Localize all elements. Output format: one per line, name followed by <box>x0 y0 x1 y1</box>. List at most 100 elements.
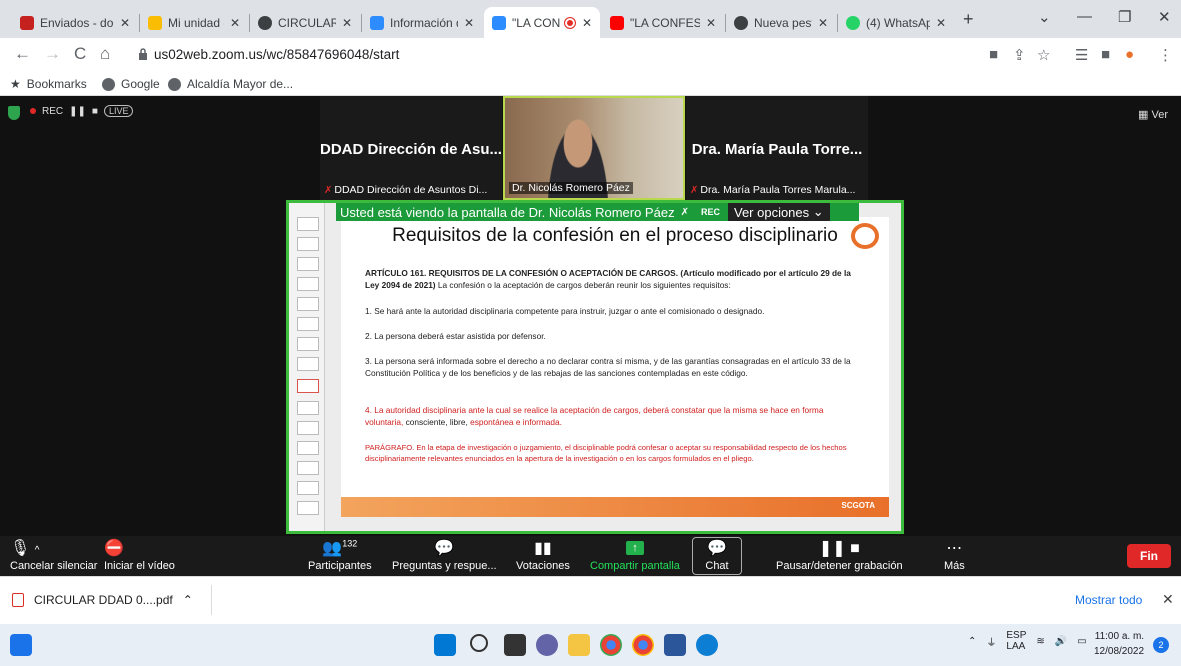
share-screen-button[interactable]: ↑ Compartir pantalla <box>590 538 680 572</box>
polls-label: Votaciones <box>516 560 570 572</box>
browser-tab[interactable]: Mi unidad - G ✕ <box>140 7 248 38</box>
chevron-up-icon[interactable]: ⌃ <box>968 636 976 647</box>
profile-avatar[interactable]: ● <box>1125 46 1134 63</box>
tab-title: "LA CONFESI <box>630 15 700 30</box>
task-view-icon[interactable] <box>504 634 526 656</box>
close-icon[interactable]: ✕ <box>1162 591 1174 608</box>
back-button[interactable]: ← <box>14 44 31 64</box>
screen-share-banner: Usted está viendo la pantalla de Dr. Nic… <box>336 203 859 221</box>
minimize-button[interactable]: — <box>1077 8 1092 25</box>
download-bar: CIRCULAR DDAD 0....pdf ⌃ Mostrar todo ✕ <box>0 576 1181 624</box>
close-icon[interactable]: ✕ <box>818 16 828 30</box>
tab-title: (4) WhatsApp <box>866 15 930 30</box>
menu-icon[interactable]: ⋮ <box>1158 46 1173 64</box>
chrome-icon[interactable] <box>600 634 622 656</box>
shield-icon[interactable] <box>8 106 20 120</box>
browser-tab[interactable]: "LA CONFESI ✕ <box>602 7 724 38</box>
bookmark-google[interactable]: Google <box>102 77 160 91</box>
unmute-button[interactable]: 🎙 ^ Cancelar silenciar <box>10 538 97 572</box>
tab-title: Enviados - do <box>40 15 114 30</box>
bookmark-alcaldia[interactable]: Alcaldía Mayor de... <box>168 77 293 91</box>
bookmarks-folder[interactable]: ★ Bookmarks <box>10 77 87 91</box>
address-bar[interactable]: us02web.zoom.us/wc/85847696048/start <box>128 42 975 68</box>
slide-title: Requisitos de la confesión en el proceso… <box>392 225 838 246</box>
browser-tab[interactable]: CIRCULAR DD ✕ <box>250 7 360 38</box>
slide-thumbnail-selected <box>297 379 319 393</box>
qa-label: Preguntas y respue... <box>392 560 497 572</box>
view-button[interactable]: ▦ Ver <box>1138 108 1168 121</box>
wifi-icon[interactable]: ≋ <box>1036 636 1044 647</box>
stop-icon[interactable]: ■ <box>92 106 98 117</box>
side-panel-icon[interactable]: ■ <box>1101 46 1110 63</box>
reading-list-icon[interactable]: ☰ <box>1075 46 1088 64</box>
footer-logo: SCGOTA <box>841 501 875 510</box>
show-all-link[interactable]: Mostrar todo <box>1075 593 1142 607</box>
close-icon[interactable]: ✕ <box>464 16 474 30</box>
participant-name-large: Dra. María Paula Torre... <box>691 141 863 158</box>
date: 12/08/2022 <box>1094 646 1145 657</box>
globe-icon <box>102 77 115 91</box>
participant-video-tile[interactable]: Dr. Nicolás Romero Páez <box>503 96 685 200</box>
close-icon[interactable]: ✕ <box>706 16 716 30</box>
close-icon[interactable]: ✕ <box>342 16 352 30</box>
chevron-up-icon[interactable]: ⌃ <box>183 593 193 607</box>
participant-tile[interactable]: Dra. María Paula Torre... ✗ Dra. María Pa… <box>686 96 868 200</box>
participants-button[interactable]: 👥132 Participantes <box>308 538 372 572</box>
polls-button[interactable]: ▮▮ Votaciones <box>516 538 570 572</box>
tab-title: Información d <box>390 15 458 30</box>
shared-screen[interactable]: Requisitos de la confesión en el proceso… <box>286 200 904 534</box>
bookmark-star-icon[interactable]: ☆ <box>1037 46 1050 64</box>
drive-icon <box>148 15 162 30</box>
browser-tab[interactable]: Nueva pestañ ✕ <box>726 7 836 38</box>
chat-app-icon[interactable] <box>536 634 558 656</box>
file-explorer-icon[interactable] <box>568 634 590 656</box>
live-badge[interactable]: LIVE <box>103 105 134 117</box>
download-item[interactable]: CIRCULAR DDAD 0....pdf ⌃ <box>8 585 212 615</box>
more-label: Más <box>944 560 965 572</box>
close-icon[interactable]: ✕ <box>936 16 946 30</box>
volume-icon[interactable]: 🔊 <box>1055 636 1067 647</box>
end-meeting-button[interactable]: Fin <box>1127 544 1171 568</box>
bookmark-label: Google <box>121 77 160 91</box>
word-icon[interactable] <box>664 634 686 656</box>
browser-tab[interactable]: (4) WhatsApp ✕ <box>838 7 954 38</box>
recording-indicator-icon <box>563 16 576 29</box>
close-window-button[interactable]: ✕ <box>1158 8 1171 26</box>
browser-tab-active[interactable]: "LA CON ✕ <box>484 7 600 38</box>
language-indicator[interactable]: ESP LAA <box>1006 630 1026 652</box>
slide-paragraph: 2. La persona deberá estar asistida por … <box>365 331 546 341</box>
new-tab-button[interactable]: + <box>963 9 974 30</box>
search-icon[interactable] <box>470 634 488 652</box>
chrome-profile-icon[interactable] <box>632 634 654 656</box>
start-icon[interactable] <box>434 634 456 656</box>
start-video-button[interactable]: ⛔ Iniciar el vídeo <box>104 538 175 572</box>
usb-icon[interactable]: ⏚ <box>986 634 996 649</box>
star-icon: ★ <box>10 77 21 91</box>
share-icon[interactable]: ⇪ <box>1013 46 1026 64</box>
home-button[interactable]: ⌂ <box>100 44 110 64</box>
recording-status[interactable]: REC ❚❚ ■ LIVE <box>30 105 134 117</box>
close-icon[interactable]: ✕ <box>120 16 130 30</box>
edge-icon[interactable] <box>696 634 718 656</box>
close-icon[interactable]: ✕ <box>582 16 592 30</box>
more-button[interactable]: ⋯ Más <box>944 538 965 572</box>
widgets-icon[interactable] <box>10 634 32 656</box>
browser-tab[interactable]: Información d ✕ <box>362 7 482 38</box>
notification-badge[interactable]: 2 <box>1153 637 1169 653</box>
tab-search-icon[interactable]: ⌄ <box>1038 8 1051 26</box>
pause-recording-button[interactable]: ❚❚ ■ Pausar/detener grabación <box>776 538 903 572</box>
forward-button[interactable]: → <box>44 44 61 64</box>
rec-dot-icon <box>30 108 36 114</box>
participant-tile[interactable]: DDAD Dirección de Asu... ✗ DDAD Dirección… <box>320 96 502 200</box>
restore-button[interactable]: ❐ <box>1118 8 1131 26</box>
qa-button[interactable]: 💬 Preguntas y respue... <box>392 538 497 572</box>
browser-tab[interactable]: Enviados - do ✕ <box>12 7 138 38</box>
view-options-button[interactable]: Ver opciones ⌄ <box>727 203 830 221</box>
clock[interactable]: 11:00 a. m. 12/08/2022 <box>1094 629 1144 659</box>
battery-icon[interactable]: ▭ <box>1077 636 1086 647</box>
reload-button[interactable]: C <box>74 44 86 64</box>
camera-icon[interactable]: ■ <box>989 46 998 63</box>
chat-button[interactable]: 💬 Chat <box>692 537 742 575</box>
pause-icon[interactable]: ❚❚ <box>69 106 86 117</box>
close-icon[interactable]: ✕ <box>230 16 240 30</box>
